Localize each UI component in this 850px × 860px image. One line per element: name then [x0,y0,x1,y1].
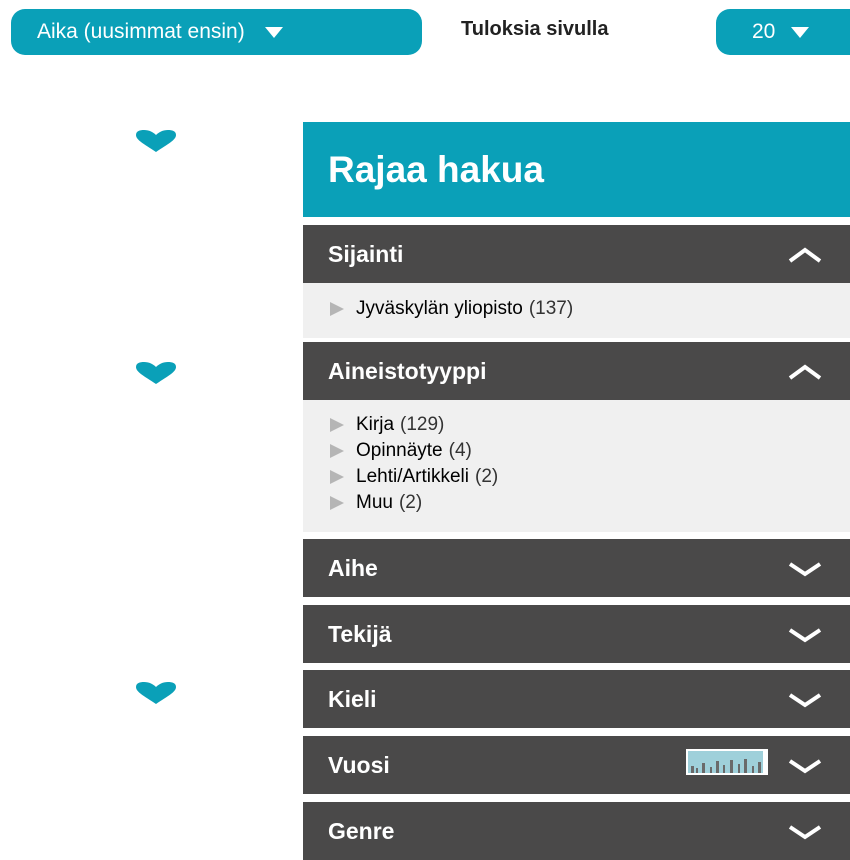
caret-down-icon [791,26,810,38]
facet-header-aineistotyyppi[interactable]: Aineistotyyppi [303,342,850,400]
facet-item[interactable]: Muu (2) [330,490,850,516]
facet-body-sijainti: Jyväskylän yliopisto (137) [303,283,850,338]
facet-item[interactable]: Lehti/Artikkeli (2) [330,464,850,490]
chevron-down-icon [788,759,822,774]
chevron-down-icon [788,562,822,577]
facet-item-count: (2) [398,492,423,513]
facet-label: Vuosi [328,751,390,778]
facet-label: Kieli [328,685,377,712]
chevron-down-icon [788,825,822,840]
sort-select[interactable]: Aika (uusimmat ensin) [11,9,422,55]
facet-item-count: (4) [448,440,472,461]
per-page-label: Tuloksia sivulla [461,18,609,40]
facet-item-label: Kirja [356,414,395,435]
facet-label: Tekijä [328,620,392,647]
facet-header-vuosi[interactable]: Vuosi [303,736,850,794]
facet-label: Aihe [328,554,378,581]
facet-header-sijainti[interactable]: Sijainti [303,225,850,283]
facet-item-count: (129) [400,414,445,435]
facet-header-genre[interactable]: Genre [303,802,850,860]
facet-item-count: (137) [528,298,574,319]
facet-item-label: Lehti/Artikkeli [356,466,469,487]
facet-header-kieli[interactable]: Kieli [303,670,850,728]
facet-item[interactable]: Jyväskylän yliopisto (137) [330,296,850,322]
per-page-value: 20 [752,20,776,43]
facet-label: Aineistotyyppi [328,357,487,384]
sort-value: Aika (uusimmat ensin) [37,20,245,43]
heart-icon[interactable] [136,130,176,152]
facet-item[interactable]: Opinnäyte (4) [330,438,850,464]
chevron-down-icon [788,628,822,643]
facet-label: Genre [328,817,395,844]
facet-item[interactable]: Kirja (129) [330,412,850,438]
chevron-down-icon [788,693,822,708]
triangle-right-icon [330,470,344,484]
triangle-right-icon [330,444,344,458]
triangle-right-icon [330,302,344,316]
facet-item-label: Jyväskylän yliopisto [356,298,523,319]
caret-down-icon [264,26,283,38]
chevron-up-icon [788,247,822,263]
facet-header-tekija[interactable]: Tekijä [303,605,850,663]
triangle-right-icon [330,418,344,432]
chevron-up-icon [788,364,822,380]
triangle-right-icon [330,496,344,510]
heart-icon[interactable] [136,362,176,384]
facet-header-aihe[interactable]: Aihe [303,539,850,597]
per-page-select[interactable]: 20 [716,9,850,55]
heart-icon[interactable] [136,682,176,704]
facet-body-aineistotyyppi: Kirja (129) Opinnäyte (4) Lehti/Artikkel… [303,400,850,532]
facet-item-label: Muu [356,492,393,513]
panel-title: Rajaa hakua [303,122,850,217]
facet-item-count: (2) [475,466,499,487]
facet-item-label: Opinnäyte [356,440,443,461]
year-histogram-icon [686,749,768,775]
facet-label: Sijainti [328,240,404,267]
